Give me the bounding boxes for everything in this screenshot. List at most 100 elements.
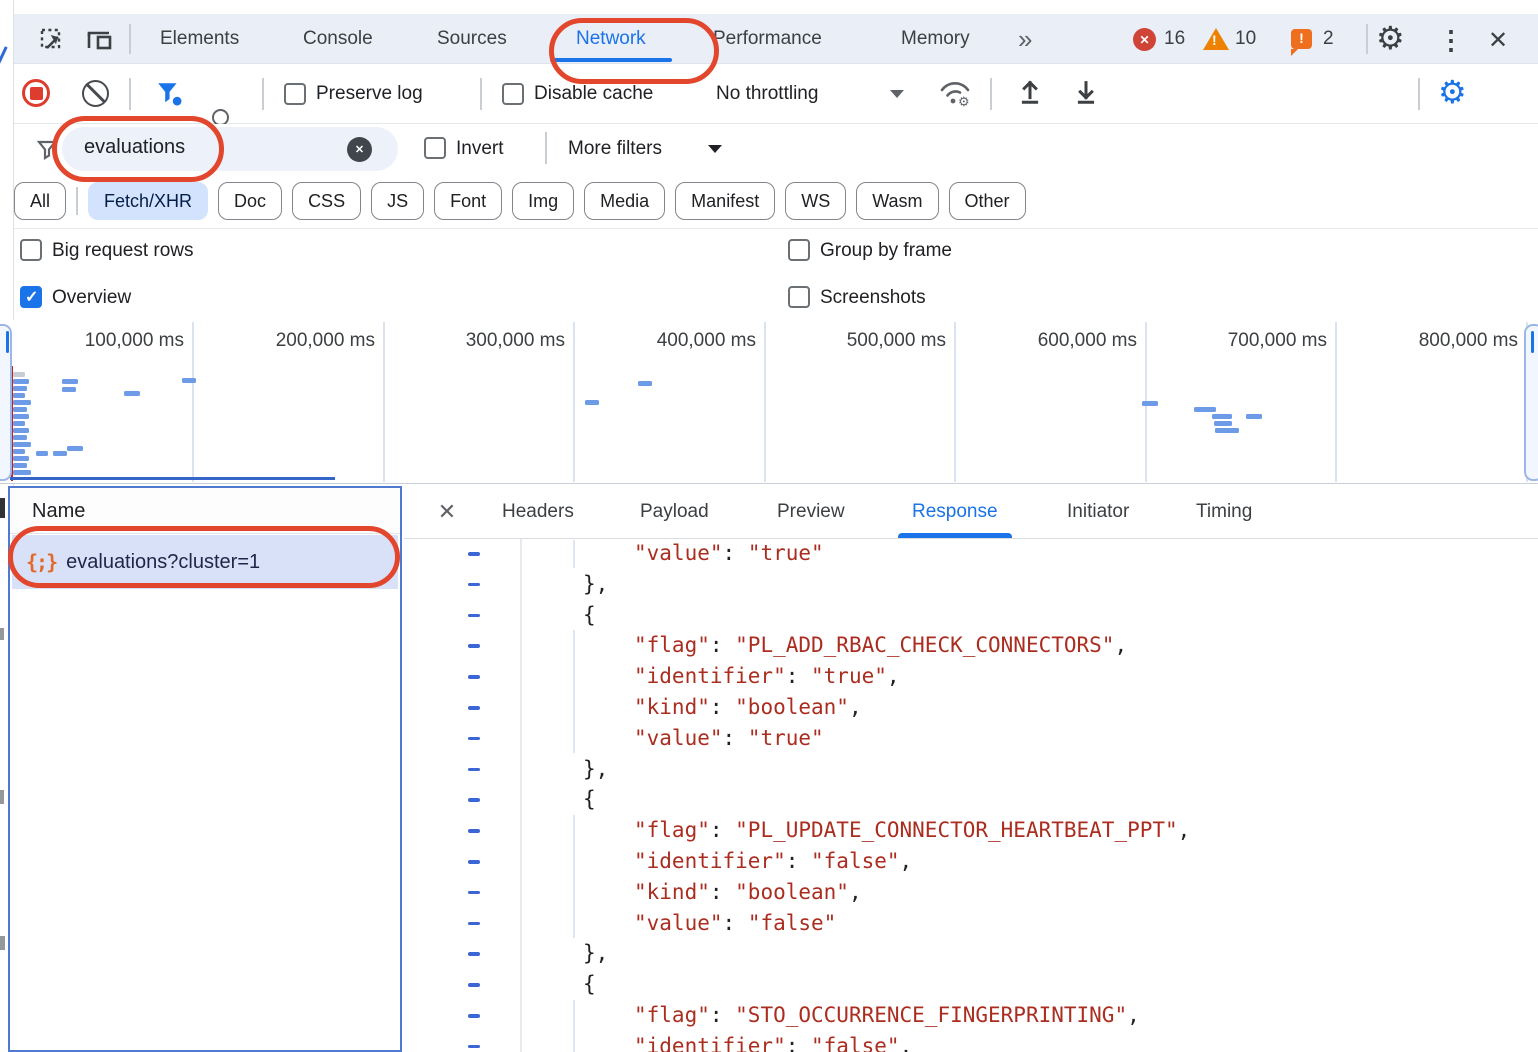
detail-tab-response[interactable]: Response — [912, 486, 998, 538]
toolbar-divider — [129, 24, 131, 54]
close-detail-icon[interactable]: ✕ — [432, 486, 462, 538]
chip-ws[interactable]: WS — [785, 182, 846, 220]
response-json-line: "kind": "boolean", — [634, 692, 862, 722]
tab-performance[interactable]: Performance — [713, 14, 822, 64]
overview-left-grip[interactable] — [0, 324, 12, 481]
resource-type-chips: All Fetch/XHR Doc CSS JS Font Img Media Manifest… — [14, 182, 1026, 220]
timeline-tick-label: 200,000 ms — [276, 330, 375, 352]
tab-memory[interactable]: Memory — [901, 14, 970, 64]
clear-filter-icon[interactable] — [347, 137, 372, 162]
timeline-request-bar — [124, 391, 140, 396]
toolbar-divider — [262, 78, 264, 110]
timeline-tick-label: 600,000 ms — [1038, 330, 1137, 352]
detail-tab-timing[interactable]: Timing — [1196, 486, 1252, 538]
invert-label[interactable]: Invert — [456, 138, 504, 160]
chip-fetch-xhr[interactable]: Fetch/XHR — [88, 182, 208, 220]
chip-css[interactable]: CSS — [292, 182, 361, 220]
screenshots-checkbox[interactable] — [788, 286, 810, 308]
detail-tab-payload[interactable]: Payload — [640, 486, 709, 538]
preserve-log-checkbox[interactable] — [284, 83, 306, 105]
overview-checkbox[interactable] — [20, 286, 42, 308]
settings-gear-icon[interactable]: ⚙ — [1376, 22, 1405, 54]
chip-manifest[interactable]: Manifest — [675, 182, 775, 220]
more-tabs-icon[interactable]: » — [1018, 14, 1032, 64]
gutter-line-marker — [468, 768, 480, 772]
chip-font[interactable]: Font — [434, 182, 502, 220]
warning-count[interactable]: 10 — [1235, 14, 1256, 64]
timeline-tick-label: 500,000 ms — [847, 330, 946, 352]
network-overview-timeline[interactable]: 100,000 ms200,000 ms300,000 ms400,000 ms… — [0, 320, 1538, 484]
chip-other[interactable]: Other — [949, 182, 1026, 220]
invert-checkbox[interactable] — [424, 137, 446, 159]
response-json-line: "identifier": "false", — [634, 846, 912, 876]
disable-cache-label[interactable]: Disable cache — [534, 83, 653, 105]
detail-tab-initiator[interactable]: Initiator — [1067, 486, 1129, 538]
gutter-line-marker — [468, 675, 480, 679]
chip-media[interactable]: Media — [584, 182, 665, 220]
annotation-circle-filter-query — [52, 116, 224, 182]
timeline-request-bar — [638, 381, 652, 386]
more-filters-caret-icon[interactable] — [708, 145, 722, 153]
network-settings-gear-icon[interactable]: ⚙ — [1438, 76, 1467, 108]
group-by-frame-checkbox[interactable] — [788, 239, 810, 261]
record-network-log-button[interactable] — [22, 79, 50, 107]
timeline-request-bar — [585, 400, 599, 405]
kebab-menu-icon[interactable]: ⋮ — [1438, 25, 1464, 56]
more-filters-button[interactable]: More filters — [568, 138, 662, 160]
overview-label[interactable]: Overview — [52, 287, 131, 309]
grip-tick — [1531, 331, 1534, 353]
record-stop-square — [30, 87, 43, 100]
timeline-tick-label: 100,000 ms — [85, 330, 184, 352]
network-conditions-icon[interactable]: ⚙ — [938, 78, 972, 108]
screenshots-label[interactable]: Screenshots — [820, 287, 926, 309]
response-json-line: { — [583, 600, 596, 630]
error-count[interactable]: 16 — [1164, 14, 1185, 64]
timeline-request-bar — [13, 379, 29, 384]
timeline-request-bar — [62, 379, 78, 384]
timeline-grid-line — [954, 322, 956, 482]
page-fragment — [0, 936, 5, 950]
toolbar-divider — [545, 132, 547, 164]
indent-guide — [573, 540, 575, 568]
console-warnings-icon[interactable] — [1203, 28, 1229, 50]
chip-doc[interactable]: Doc — [218, 182, 282, 220]
chip-img[interactable]: Img — [512, 182, 574, 220]
throttling-select[interactable]: No throttling — [716, 83, 818, 105]
big-request-rows-checkbox[interactable] — [20, 239, 42, 261]
tab-sources[interactable]: Sources — [437, 14, 507, 64]
tab-elements[interactable]: Elements — [160, 14, 239, 64]
throttling-caret-icon[interactable] — [890, 90, 904, 98]
response-json-line: { — [583, 784, 596, 814]
device-toolbar-icon[interactable] — [86, 28, 114, 54]
clear-network-log-button[interactable] — [82, 80, 109, 107]
timeline-request-bar — [36, 451, 48, 456]
big-request-rows-label[interactable]: Big request rows — [52, 240, 194, 262]
export-har-icon[interactable] — [1072, 78, 1100, 108]
issues-icon[interactable] — [1291, 29, 1312, 49]
chip-js[interactable]: JS — [371, 182, 424, 220]
toolbar-divider — [480, 78, 482, 110]
inspect-element-icon[interactable] — [40, 28, 66, 54]
timeline-grid-line — [764, 322, 766, 482]
gutter-line-marker — [468, 922, 480, 926]
chip-all[interactable]: All — [14, 182, 66, 220]
response-json-line: "identifier": "false", — [634, 1031, 912, 1052]
network-toolbar: Preserve log Disable cache No throttling… — [14, 64, 1538, 124]
close-devtools-icon[interactable]: ✕ — [1488, 26, 1508, 55]
filter-funnel-icon[interactable] — [156, 80, 182, 106]
disable-cache-checkbox[interactable] — [502, 83, 524, 105]
detail-tab-preview[interactable]: Preview — [777, 486, 845, 538]
annotation-circle-network-tab — [549, 18, 719, 84]
group-by-frame-label[interactable]: Group by frame — [820, 240, 952, 262]
issue-count[interactable]: 2 — [1323, 14, 1334, 64]
timeline-request-bar — [13, 400, 31, 405]
preserve-log-label[interactable]: Preserve log — [316, 83, 423, 105]
detail-tab-headers[interactable]: Headers — [502, 486, 574, 538]
console-errors-icon[interactable] — [1133, 28, 1156, 51]
tab-console[interactable]: Console — [303, 14, 373, 64]
import-har-icon[interactable] — [1016, 78, 1044, 108]
overview-right-grip[interactable] — [1524, 324, 1538, 481]
gutter-line-marker — [468, 891, 480, 895]
chip-divider — [76, 187, 78, 215]
chip-wasm[interactable]: Wasm — [856, 182, 938, 220]
